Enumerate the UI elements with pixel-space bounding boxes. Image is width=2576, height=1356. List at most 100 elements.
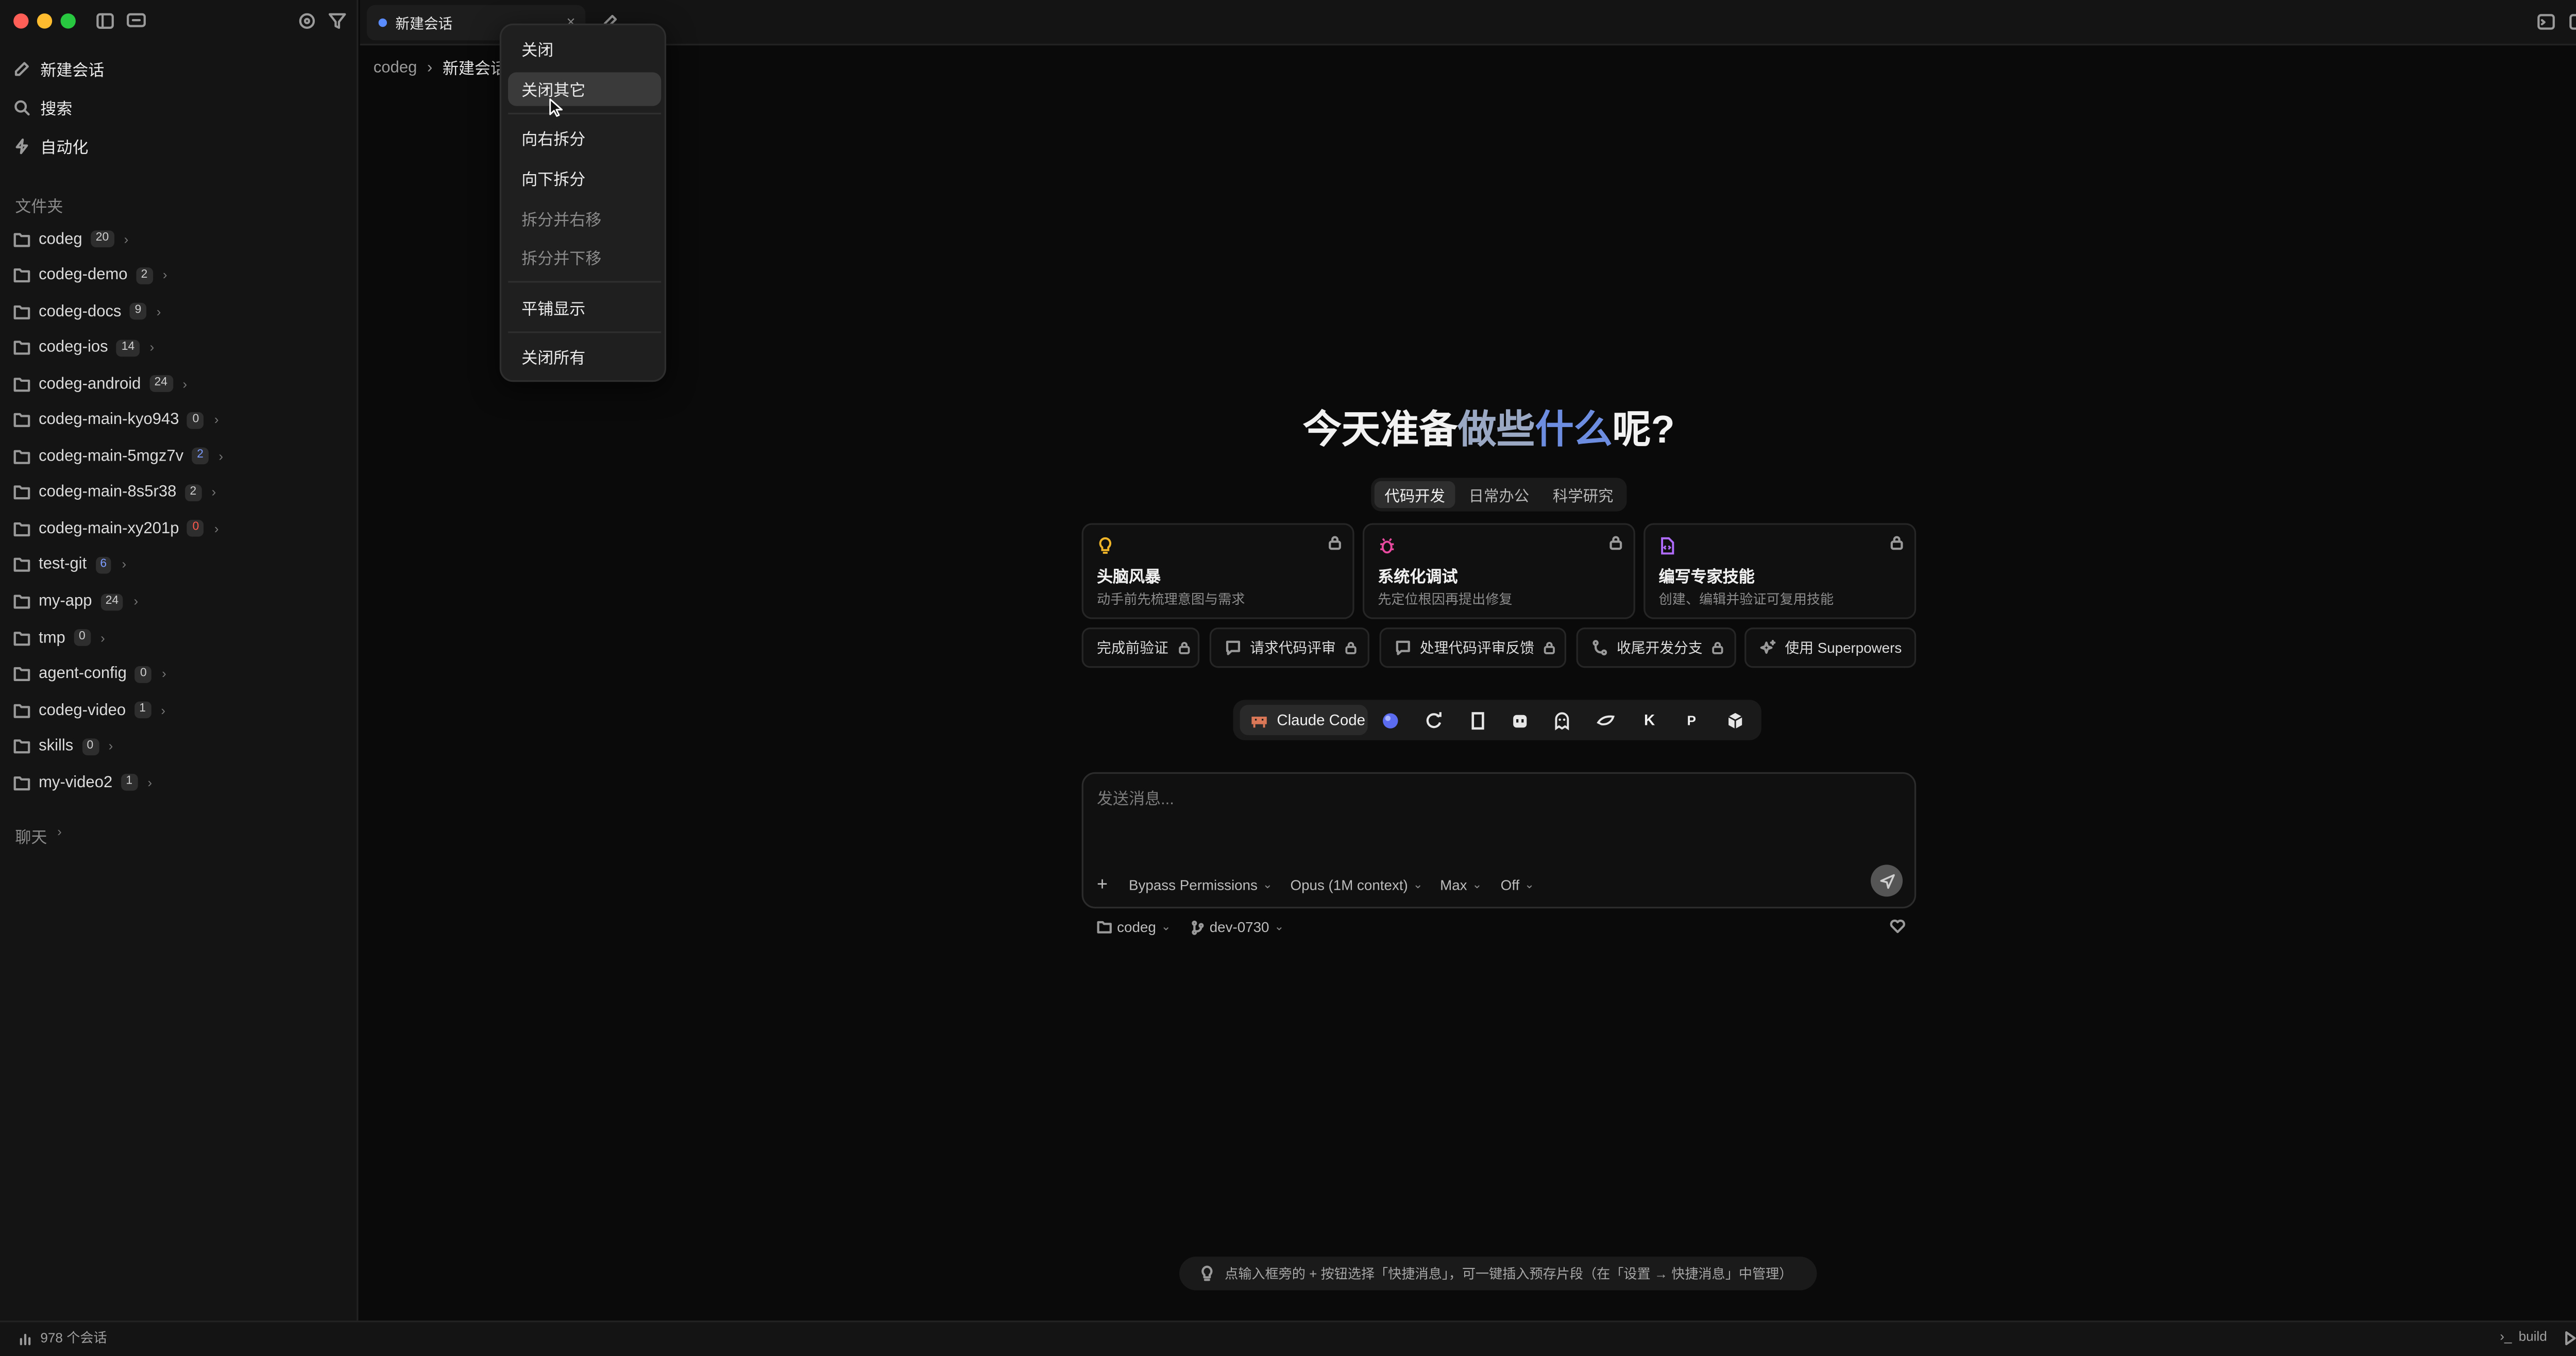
message-input-placeholder[interactable]: 发送消息...	[1097, 786, 1174, 809]
chat-section[interactable]: 聊天 ›	[15, 824, 61, 848]
lock-icon	[1543, 641, 1556, 654]
card-brainstorm[interactable]: 头脑风暴 动手前先梳理意图与需求	[1081, 523, 1354, 619]
build-task[interactable]: ›_ build	[2500, 1329, 2547, 1344]
folder-name: codeg-demo	[39, 266, 128, 284]
tab-code-dev[interactable]: 代码开发	[1374, 481, 1455, 508]
menu-item-split-move-down: 拆分并下移	[521, 250, 602, 269]
folder-icon	[13, 304, 30, 319]
folder-name: codeg-docs	[39, 302, 122, 321]
chevron-right-icon: ›	[108, 739, 113, 754]
chat-window-icon[interactable]	[126, 12, 146, 30]
branch-select[interactable]: dev-0730 ⌄	[1191, 917, 1284, 937]
thinking-select[interactable]: Off ⌄	[1501, 875, 1535, 895]
chip-use-superpowers[interactable]: 使用 Superpowers	[1744, 627, 1917, 668]
chevron-right-icon: ›	[100, 630, 105, 646]
folder-item[interactable]: codeg-main-5mgz7v 2 ›	[13, 441, 223, 471]
folder-item[interactable]: test-git 6 ›	[13, 550, 126, 581]
tab-status-dot	[378, 18, 387, 27]
filter-icon[interactable]	[328, 12, 347, 30]
send-button[interactable]	[1871, 865, 1903, 897]
window-minimize-button[interactable]	[37, 13, 53, 29]
model-select[interactable]: Opus (1M context) ⌄	[1290, 875, 1422, 895]
panel-right-icon[interactable]	[2569, 13, 2576, 30]
window-close-button[interactable]	[13, 13, 29, 29]
folder-item[interactable]: codeg-ios 14 ›	[13, 332, 154, 363]
chevron-right-icon: ›	[182, 376, 188, 392]
folder-icon	[13, 666, 30, 682]
tab-daily-office[interactable]: 日常办公	[1459, 481, 1539, 508]
menu-item-tile[interactable]: 平铺显示	[508, 291, 661, 325]
permissions-select[interactable]: Bypass Permissions ⌄	[1129, 875, 1273, 895]
card-subtitle: 创建、编辑并验证可复用技能	[1658, 592, 1834, 607]
nav-new-session[interactable]: 新建会话	[13, 52, 104, 86]
card-expert-skill[interactable]: 编写专家技能 创建、编辑并验证可复用技能	[1643, 523, 1917, 619]
folder-count-badge: 14	[116, 339, 140, 357]
terminal-icon[interactable]	[2537, 13, 2555, 30]
folder-value: codeg	[1117, 918, 1156, 936]
folder-item[interactable]: codeg-main-8s5r38 2 ›	[13, 478, 216, 508]
folder-item[interactable]: tmp 0 ›	[13, 622, 105, 653]
folder-item[interactable]: codeg 20 ›	[13, 224, 128, 254]
agent-p-icon[interactable]: P	[1681, 710, 1702, 732]
menu-item-split-down[interactable]: 向下拆分	[508, 161, 661, 195]
card-title: 系统化调试	[1378, 568, 1458, 587]
tip-banner: 点输入框旁的 + 按钮选择「快捷消息」，可一键插入预存片段（在「设置 → 快捷消…	[1179, 1257, 1817, 1291]
folder-item[interactable]: codeg-docs 9 ›	[13, 296, 161, 327]
agent-k-icon[interactable]: K	[1638, 710, 1660, 732]
breadcrumb-root[interactable]: codeg	[374, 58, 417, 77]
menu-divider	[508, 281, 662, 283]
agent-claude-code[interactable]: Claude Code	[1240, 705, 1368, 735]
folder-name: agent-config	[39, 665, 127, 684]
nav-search[interactable]: 搜索	[13, 91, 72, 124]
folder-name: codeg-main-5mgz7v	[39, 447, 184, 466]
target-icon[interactable]	[298, 12, 316, 30]
menu-item-close-all[interactable]: 关闭所有	[508, 340, 661, 374]
folder-icon	[13, 775, 30, 790]
menu-item-close[interactable]: 关闭	[508, 32, 661, 65]
folder-icon	[13, 739, 30, 754]
lightbulb-icon	[1199, 1265, 1214, 1282]
chip-request-review[interactable]: 请求代码评审	[1209, 627, 1369, 668]
nav-automation-label: 自动化	[40, 140, 89, 158]
folder-item[interactable]: skills 0 ›	[13, 731, 113, 761]
folder-item[interactable]: codeg-main-xy201p 0 ›	[13, 514, 219, 544]
agent-cycle-icon[interactable]	[1423, 710, 1445, 732]
folder-item[interactable]: agent-config 0 ›	[13, 659, 166, 689]
folder-item[interactable]: codeg-demo 2 ›	[13, 260, 167, 291]
chip-finish-branch[interactable]: 收尾开发分支	[1576, 627, 1736, 668]
agent-robot-icon[interactable]	[1509, 710, 1531, 732]
card-systematic-debug[interactable]: 系统化调试 先定位根因再提出修复	[1362, 523, 1635, 619]
tab-science[interactable]: 科学研究	[1543, 481, 1623, 508]
play-icon[interactable]	[2564, 1331, 2576, 1346]
tab-title: 新建会话	[395, 14, 453, 31]
effort-select[interactable]: Max ⌄	[1440, 875, 1482, 895]
card-title: 编写专家技能	[1658, 568, 1755, 587]
agent-globe-icon[interactable]	[1380, 710, 1401, 732]
folder-count-badge: 24	[100, 593, 124, 610]
menu-item-close-others[interactable]: 关闭其它	[508, 72, 662, 106]
agent-ghost-icon[interactable]	[1551, 710, 1573, 732]
folder-item[interactable]: my-app 24 ›	[13, 586, 138, 617]
mode-tabs: 代码开发 日常办公 科学研究	[1371, 478, 1627, 512]
menu-item-split-move-right: 拆分并右移	[521, 212, 602, 231]
folder-item[interactable]: codeg-main-kyo943 0 ›	[13, 405, 219, 435]
folder-item[interactable]: my-video2 1 ›	[13, 768, 152, 798]
folder-item[interactable]: codeg-android 24 ›	[13, 369, 187, 399]
heart-icon[interactable]	[1889, 919, 1906, 934]
folder-item[interactable]: codeg-video 1 ›	[13, 695, 165, 725]
add-attachment-button[interactable]: +	[1097, 875, 1108, 895]
folder-name: codeg-main-8s5r38	[39, 483, 177, 502]
chip-verify-before-done[interactable]: 完成前验证	[1081, 627, 1200, 668]
folder-icon	[13, 267, 30, 283]
sidebar-toggle-icon[interactable]	[96, 12, 114, 30]
chip-handle-review-feedback[interactable]: 处理代码评审反馈	[1379, 627, 1566, 668]
window-zoom-button[interactable]	[60, 13, 76, 29]
menu-item-split-right[interactable]: 向右拆分	[508, 121, 661, 155]
session-count: 978 个会话	[19, 1329, 107, 1348]
permissions-value: Bypass Permissions	[1129, 876, 1258, 893]
agent-cube-icon[interactable]	[1724, 710, 1746, 732]
nav-automation[interactable]: 自动化	[13, 129, 88, 163]
agent-square-icon[interactable]	[1467, 710, 1488, 732]
folder-select[interactable]: codeg ⌄	[1097, 917, 1171, 937]
agent-bird-icon[interactable]	[1595, 710, 1617, 732]
